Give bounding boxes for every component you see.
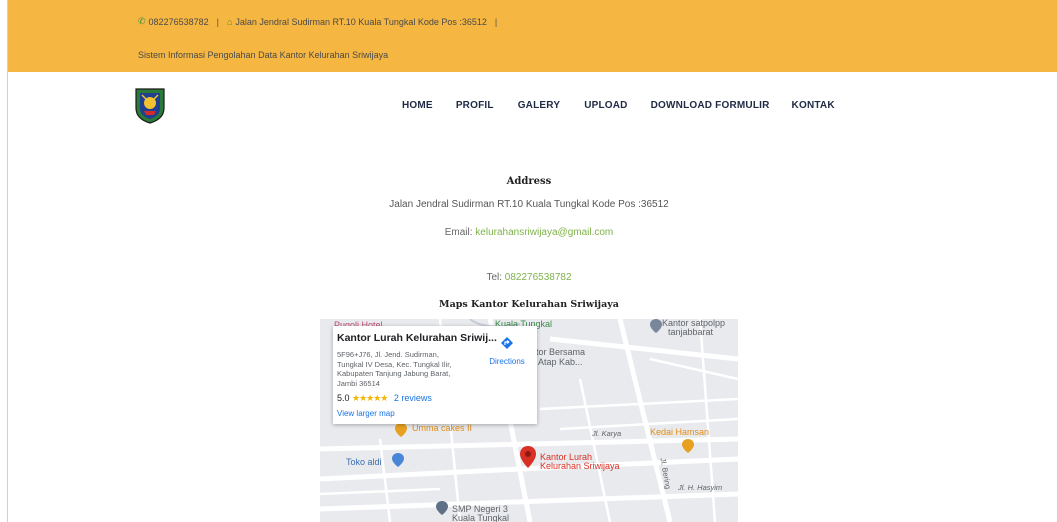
office-pin-icon [650,319,662,333]
nav-kontak[interactable]: KONTAK [792,100,835,111]
separator: | [216,16,219,27]
map-label-pin-2: Kelurahan Sriwijaya [540,461,620,471]
shop-pin-icon [392,453,404,467]
map-label-jl-karya: Jl. Karya [592,429,622,438]
map-label-bersama-1: tor Bersama [536,347,586,357]
maps-heading: Maps Kantor Kelurahan Sriwijaya [439,299,619,310]
food-pin-icon [395,423,407,437]
home-icon: ⌂ [226,16,233,27]
view-larger-map-link[interactable]: View larger map [337,409,395,418]
nav-download-formulir[interactable]: DOWNLOAD FORMULIR [651,100,770,111]
nav-galery[interactable]: GALERY [518,100,561,111]
directions-icon [501,337,513,349]
rating-value: 5.0 [337,393,350,403]
place-title: Kantor Lurah Kelurahan Sriwij... [337,332,497,344]
school-pin-icon [436,501,448,515]
map-label-satpolpp-2: tanjabbarat [668,327,714,337]
window-left-edge [0,0,8,522]
map-label-bersama-2: Atap Kab... [538,357,583,367]
tel-label: Tel: [486,272,505,283]
phone-icon: ✆ [138,16,146,26]
main-navigation: HOME PROFIL GALERY UPLOAD DOWNLOAD FORMU… [402,100,835,111]
nav-profil[interactable]: PROFIL [456,100,494,111]
topbar-phone: 082276538782 [148,16,209,27]
email-label: Email: [444,227,476,238]
site-tagline: Sistem Informasi Pengolahan Data Kantor … [138,50,389,60]
separator: | [494,16,498,27]
map-label-jl-hasyim: Jl. H. Hasyim [678,483,723,492]
email-line: Email: kelurahansriwijaya@gmail.com [0,227,1058,238]
email-link[interactable]: kelurahansriwijaya@gmail.com [475,227,613,238]
tel-line: Tel: 082276538782 [0,272,1058,283]
top-info-bar: ✆ 082276538782 | ⌂ Jalan Jendral Sudirma… [8,0,1057,72]
map-label-kedai: Kedai Hamsan [650,427,710,437]
address-text: Jalan Jendral Sudirman RT.10 Kuala Tungk… [389,199,669,210]
place-rating: 5.0 ★★★★★ 2 reviews [337,393,432,404]
nav-upload[interactable]: UPLOAD [584,100,627,111]
nav-home[interactable]: HOME [402,100,433,111]
contact-strip: ✆ 082276538782 | ⌂ Jalan Jendral Sudirma… [138,16,505,27]
address-heading: Address [506,176,552,187]
map-label-smp-2: Kuala Tungkal [452,513,510,522]
topbar-address: Jalan Jendral Sudirman RT.10 Kuala Tungk… [235,16,487,27]
site-logo[interactable] [133,86,167,124]
directions-label: Directions [489,357,525,366]
star-rating-icon: ★★★★★ [352,393,388,403]
location-pin-icon[interactable] [520,446,536,468]
place-address: 5F96+J76, Jl. Jend. Sudirman, Tungkal IV… [337,350,452,388]
map-label-toko: Toko aldi [346,457,382,467]
map-label-umma: Umma cakes II [412,423,473,433]
reviews-link[interactable]: 2 reviews [394,393,432,403]
cafe-pin-icon [682,439,694,453]
tel-link[interactable]: 082276538782 [505,272,572,283]
directions-button[interactable]: Directions [485,336,529,366]
map-info-card: Kantor Lurah Kelurahan Sriwij... 5F96+J7… [333,326,537,424]
